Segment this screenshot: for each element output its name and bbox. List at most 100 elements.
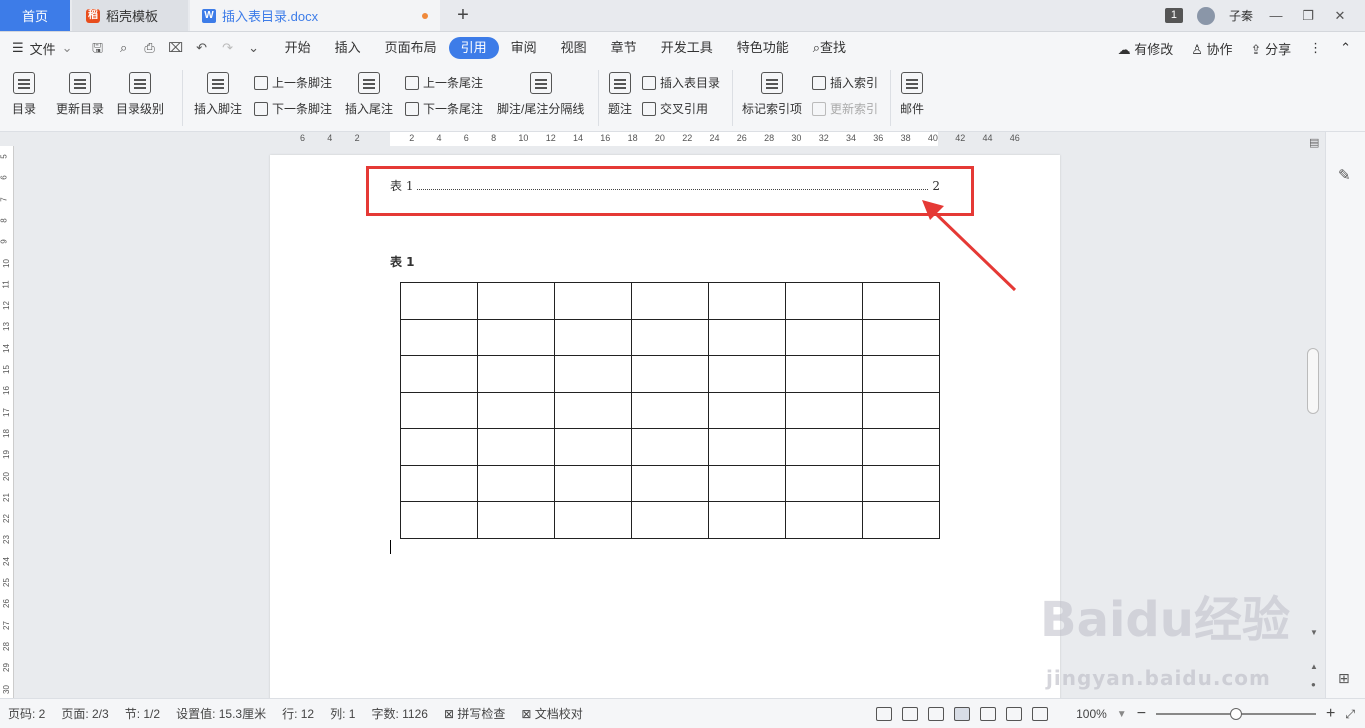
zoom-slider-knob[interactable] — [1230, 708, 1243, 720]
update-toc-button[interactable]: 更新目录 — [56, 72, 104, 117]
table-cell[interactable] — [477, 464, 555, 502]
status-column[interactable]: 列: 1 — [322, 705, 363, 722]
table-cell[interactable] — [631, 501, 709, 539]
table-cell[interactable] — [631, 391, 709, 429]
table-cell[interactable] — [631, 282, 709, 320]
table-cell[interactable] — [785, 464, 863, 502]
table-cell[interactable] — [554, 355, 632, 393]
separator-line-button[interactable]: 脚注/尾注分隔线 — [497, 72, 584, 117]
table-cell[interactable] — [862, 464, 940, 502]
close-icon[interactable]: ✕ — [1331, 8, 1349, 24]
prev-footnote-button[interactable]: 上一条脚注 — [254, 74, 332, 91]
print-preview-icon[interactable]: ⌧ — [165, 37, 187, 59]
minimize-icon[interactable]: — — [1267, 8, 1285, 23]
toc-button[interactable]: 目录 — [12, 72, 36, 117]
browse-object-icon[interactable]: ● — [1311, 680, 1316, 689]
caption-button[interactable]: 题注 — [608, 72, 632, 117]
cross-reference-button[interactable]: 交叉引用 — [642, 100, 708, 117]
tab-page-layout[interactable]: 页面布局 — [373, 37, 449, 59]
table-cell[interactable] — [400, 355, 478, 393]
tab-find[interactable]: ⌕查找 — [801, 37, 858, 59]
page-jump-icon[interactable]: ▤ — [1309, 136, 1319, 149]
window-count-badge[interactable]: 1 — [1164, 8, 1183, 23]
table-caption[interactable]: 表 1 — [390, 253, 415, 270]
horizontal-ruler[interactable]: 6 4 2 2 4 6 8 10 12 14 16 18 20 22 24 26 28 30 32 34 36 38 40 4… — [270, 132, 1060, 146]
zoom-dropdown-icon[interactable]: ▼ — [1117, 709, 1127, 720]
avatar[interactable] — [1196, 6, 1215, 25]
table-cell[interactable] — [708, 428, 786, 466]
page-view-icon[interactable] — [954, 707, 971, 721]
tab-document[interactable]: W 插入表目录.docx — [190, 0, 440, 31]
status-page-number[interactable]: 页码: 2 — [0, 705, 53, 722]
table-cell[interactable] — [554, 464, 632, 502]
status-section[interactable]: 节: 1/2 — [117, 705, 168, 722]
quick-access-more-icon[interactable]: ⌄ — [243, 37, 265, 59]
scrollbar-thumb[interactable] — [1307, 348, 1319, 414]
table-cell[interactable] — [400, 464, 478, 502]
doc-proof-button[interactable]: ⊠ 文档校对 — [513, 705, 590, 722]
mail-button[interactable]: 邮件 — [900, 72, 924, 117]
pen-icon[interactable]: ✎ — [1338, 166, 1351, 184]
table-cell[interactable] — [708, 282, 786, 320]
table-cell[interactable] — [862, 355, 940, 393]
table-cell[interactable] — [631, 464, 709, 502]
prev-endnote-button[interactable]: 上一条尾注 — [405, 74, 483, 91]
table-cell[interactable] — [400, 391, 478, 429]
table-cell[interactable] — [785, 501, 863, 539]
table-cell[interactable] — [631, 318, 709, 356]
eye-protection-icon[interactable] — [1032, 707, 1049, 721]
table-cell[interactable] — [400, 282, 478, 320]
table-cell[interactable] — [785, 318, 863, 356]
table-cell[interactable] — [400, 428, 478, 466]
next-footnote-button[interactable]: 下一条脚注 — [254, 100, 332, 117]
status-setting[interactable]: 设置值: 15.3厘米 — [168, 705, 274, 722]
table-cell[interactable] — [785, 428, 863, 466]
table-cell[interactable] — [708, 391, 786, 429]
grid-apps-icon[interactable]: ⊞ — [1338, 670, 1350, 687]
next-endnote-button[interactable]: 下一条尾注 — [405, 100, 483, 117]
insert-table-toc-button[interactable]: 插入表目录 — [642, 74, 720, 91]
tab-references[interactable]: 引用 — [448, 37, 499, 59]
table-cell[interactable] — [862, 428, 940, 466]
write-mode-icon[interactable] — [928, 707, 945, 721]
zoom-out-icon[interactable]: − — [1137, 705, 1146, 723]
spell-check-button[interactable]: ⊠ 拼写检查 — [436, 705, 513, 722]
format-painter-icon[interactable]: ⌕ — [113, 37, 135, 59]
table-cell[interactable] — [785, 282, 863, 320]
vertical-ruler[interactable]: 5 6 7 8 9 10 11 12 13 14 15 16 17 18 19 20 21 22 23 24 25 26 2… — [0, 146, 14, 698]
table-cell[interactable] — [785, 355, 863, 393]
restore-icon[interactable]: ❐ — [1299, 8, 1317, 24]
mark-index-button[interactable]: 标记索引项 — [742, 72, 802, 117]
table-cell[interactable] — [554, 501, 632, 539]
fit-page-icon[interactable]: ⤢ — [1345, 707, 1355, 722]
table-cell[interactable] — [400, 318, 478, 356]
undo-icon[interactable]: ↶ — [191, 37, 213, 59]
table-cell[interactable] — [862, 391, 940, 429]
vertical-scrollbar[interactable]: ▤ ▼ ▲ ● — [1303, 132, 1325, 698]
table-cell[interactable] — [477, 391, 555, 429]
share-button[interactable]: ⇪ 分享 — [1251, 39, 1292, 58]
table-cell[interactable] — [400, 501, 478, 539]
zoom-slider[interactable] — [1156, 708, 1317, 720]
table-cell[interactable] — [708, 318, 786, 356]
tab-insert[interactable]: 插入 — [323, 37, 373, 59]
table-cell[interactable] — [862, 318, 940, 356]
more-icon[interactable]: ⋮ — [1309, 40, 1322, 56]
table-cell[interactable] — [708, 501, 786, 539]
table-cell[interactable] — [862, 501, 940, 539]
tab-view[interactable]: 视图 — [549, 37, 599, 59]
table-cell[interactable] — [554, 391, 632, 429]
table-cell[interactable] — [862, 282, 940, 320]
table-cell[interactable] — [631, 428, 709, 466]
file-menu-button[interactable]: ☰ 文件 ⌄ — [12, 39, 73, 58]
insert-endnote-button[interactable]: 插入尾注 — [345, 72, 393, 117]
collapse-ribbon-icon[interactable]: ⌃ — [1340, 40, 1351, 56]
tab-review[interactable]: 审阅 — [499, 37, 549, 59]
zoom-level[interactable]: 100% — [1076, 707, 1107, 721]
scroll-down-icon[interactable]: ▼ — [1310, 628, 1318, 637]
reading-mode-icon[interactable] — [902, 707, 919, 721]
modified-button[interactable]: ☁ 有修改 — [1118, 39, 1174, 58]
status-row[interactable]: 行: 12 — [274, 705, 322, 722]
table-cell[interactable] — [477, 282, 555, 320]
status-pages[interactable]: 页面: 2/3 — [53, 705, 116, 722]
